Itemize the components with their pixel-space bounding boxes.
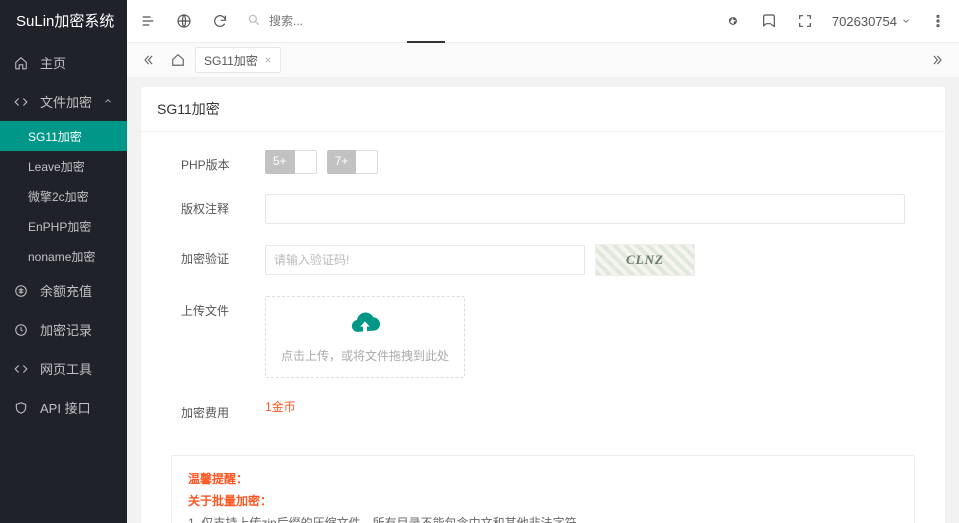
search-input[interactable] <box>269 14 469 28</box>
sidebar-item-sg11[interactable]: SG11加密 <box>0 121 127 151</box>
search-box <box>247 13 507 30</box>
refresh-button[interactable] <box>211 12 229 30</box>
more-icon[interactable] <box>929 12 947 30</box>
shield-icon <box>14 401 30 415</box>
php5-option[interactable]: 5+ <box>265 150 317 174</box>
php7-option[interactable]: 7+ <box>327 150 379 174</box>
sidebar-item-label: API 接口 <box>40 398 91 417</box>
upload-dropzone[interactable]: 点击上传，或将文件拖拽到此处 <box>265 296 465 378</box>
sidebar-item-label: 微擎2c加密 <box>28 188 89 205</box>
sidebar-item-home[interactable]: 主页 <box>0 43 127 82</box>
theme-icon[interactable] <box>724 12 742 30</box>
home-icon <box>14 56 30 70</box>
tab-sg11[interactable]: SG11加密 <box>195 47 281 73</box>
user-id: 702630754 <box>832 14 897 29</box>
tips-batch: 关于批量加密： <box>188 490 898 512</box>
sidebar-item-label: noname加密 <box>28 248 95 265</box>
chevron-down-icon <box>901 14 911 29</box>
fullscreen-icon[interactable] <box>796 12 814 30</box>
tips-line: 1. 仅支持上传zip后缀的压缩文件，所有目录不能包含中文和其他非法字符。 <box>188 512 898 523</box>
sidebar-item-encrypt[interactable]: 文件加密 <box>0 82 127 121</box>
fee-label: 加密费用 <box>181 398 265 421</box>
sidebar-item-label: EnPHP加密 <box>28 218 91 235</box>
chevron-up-icon <box>103 94 113 109</box>
sidebar-item-label: 余额充值 <box>40 281 92 300</box>
sidebar-item-label: 主页 <box>40 53 66 72</box>
active-indicator <box>407 41 445 43</box>
code-icon <box>14 362 30 376</box>
user-menu[interactable]: 702630754 <box>832 14 911 29</box>
card-title: SG11加密 <box>141 87 945 132</box>
sidebar-item-leave[interactable]: Leave加密 <box>0 151 127 181</box>
sidebar-item-weiqing[interactable]: 微擎2c加密 <box>0 181 127 211</box>
sidebar-item-label: Leave加密 <box>28 158 85 175</box>
sidebar-item-balance[interactable]: 余额充值 <box>0 271 127 310</box>
topbar: 702630754 <box>127 0 959 43</box>
tab-prev-button[interactable] <box>135 47 161 73</box>
tips-heading: 温馨提醒： <box>188 468 898 490</box>
tab-next-button[interactable] <box>925 47 951 73</box>
upload-hint: 点击上传，或将文件拖拽到此处 <box>281 347 449 364</box>
fee-value: 1金币 <box>265 398 296 415</box>
sidebar-item-log[interactable]: 加密记录 <box>0 310 127 349</box>
code-icon <box>14 95 30 109</box>
sidebar-item-label: 网页工具 <box>40 359 92 378</box>
clock-icon <box>14 323 30 337</box>
captcha-input[interactable] <box>265 245 585 275</box>
note-icon[interactable] <box>760 12 778 30</box>
menu-toggle-button[interactable] <box>139 12 157 30</box>
tab-label: SG11加密 <box>204 52 258 69</box>
captcha-image[interactable]: CLNZ <box>595 244 695 276</box>
tab-home-button[interactable] <box>165 47 191 73</box>
tabbar: SG11加密 <box>127 43 959 77</box>
tips-box: 温馨提醒： 关于批量加密： 1. 仅支持上传zip后缀的压缩文件，所有目录不能包… <box>171 455 915 523</box>
captcha-label: 加密验证 <box>181 244 265 267</box>
app-title: SuLin加密系统 <box>0 0 127 43</box>
cloud-upload-icon <box>349 310 381 341</box>
globe-icon[interactable] <box>175 12 193 30</box>
copyright-label: 版权注释 <box>181 194 265 217</box>
sidebar-item-webtool[interactable]: 网页工具 <box>0 349 127 388</box>
form-card: SG11加密 PHP版本 5+ 7+ <box>141 87 945 523</box>
sidebar-item-label: 文件加密 <box>40 92 92 111</box>
upload-label: 上传文件 <box>181 296 265 319</box>
coin-icon <box>14 284 30 298</box>
sidebar-item-label: SG11加密 <box>28 128 82 145</box>
content: SG11加密 PHP版本 5+ 7+ <box>127 77 959 523</box>
close-icon[interactable] <box>264 53 272 67</box>
copyright-input[interactable] <box>265 194 905 224</box>
sidebar: SuLin加密系统 主页 文件加密 SG11加密 Leave加密 微擎2c加密 … <box>0 0 127 523</box>
search-icon <box>247 13 261 30</box>
sidebar-item-noname[interactable]: noname加密 <box>0 241 127 271</box>
php-version-label: PHP版本 <box>181 150 265 173</box>
sidebar-item-label: 加密记录 <box>40 320 92 339</box>
sidebar-item-api[interactable]: API 接口 <box>0 388 127 427</box>
sidebar-item-enphp[interactable]: EnPHP加密 <box>0 211 127 241</box>
